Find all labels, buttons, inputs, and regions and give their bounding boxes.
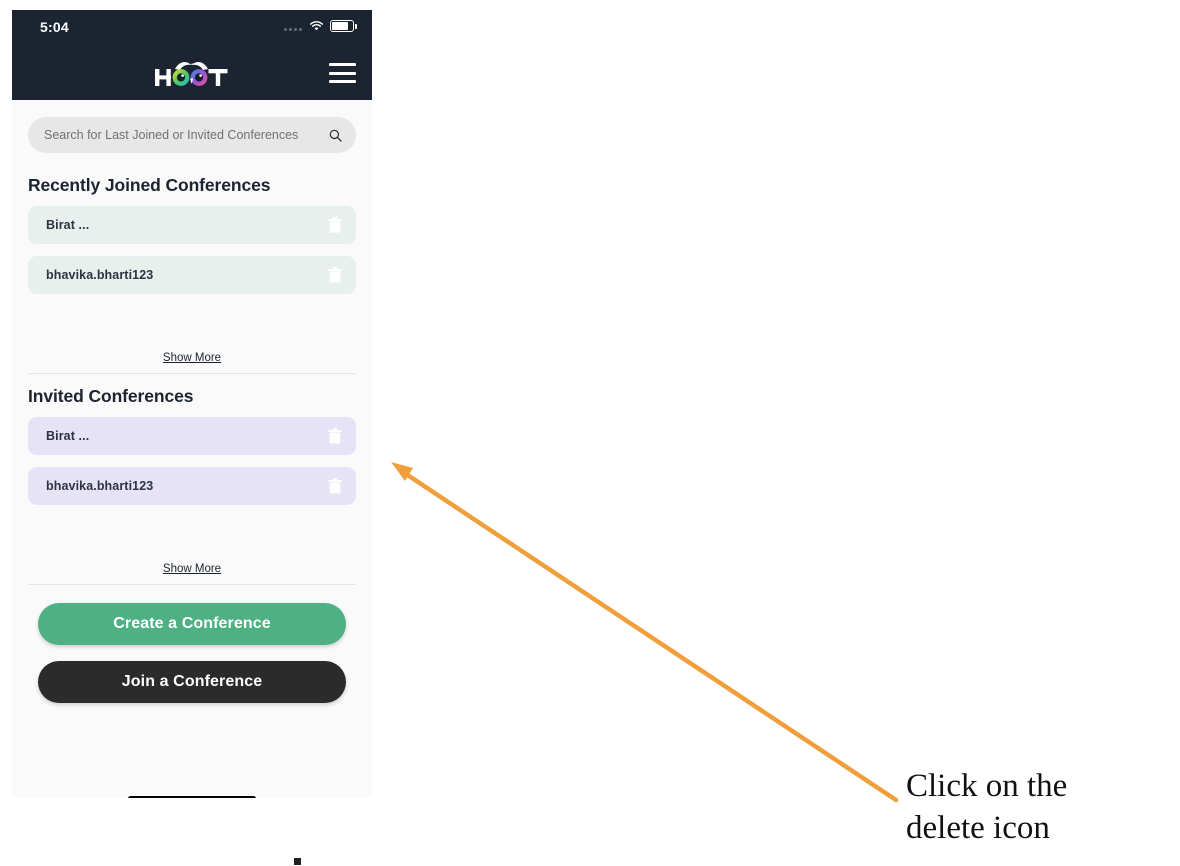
invited-title: Invited Conferences	[28, 386, 194, 406]
list-item[interactable]: Birat ...	[28, 206, 356, 244]
annotation-text: Click on the delete icon	[906, 766, 1168, 849]
battery-icon	[330, 20, 357, 32]
delete-icon[interactable]	[328, 477, 342, 495]
status-bar: 5:04	[12, 10, 372, 46]
annotation-line-1: Click on the	[906, 768, 1068, 804]
hoot-logo	[155, 61, 228, 86]
join-conference-button[interactable]: Join a Conference	[38, 661, 346, 703]
app-content: Recently Joined Conferences Birat ... bh…	[12, 117, 372, 798]
conference-name: Birat ...	[46, 218, 90, 232]
search-input[interactable]	[42, 127, 325, 143]
phone-screenshot: 5:04 Search for Last Joined or Invited C…	[12, 10, 372, 798]
show-more-row-joined: Show More	[28, 348, 356, 374]
hamburger-menu-icon[interactable]	[329, 63, 356, 83]
delete-icon[interactable]	[328, 266, 342, 284]
stray-mark	[294, 858, 301, 865]
conference-name: Birat ...	[46, 429, 90, 443]
status-time: 5:04	[40, 19, 69, 35]
delete-icon[interactable]	[328, 427, 342, 445]
recently-joined-title: Recently Joined Conferences	[28, 175, 271, 195]
annotation-line-2: delete icon	[906, 809, 1050, 846]
search-bar[interactable]	[28, 117, 356, 153]
search-icon[interactable]	[329, 129, 342, 142]
conference-name: bhavika.bharti123	[46, 479, 154, 493]
app-bar	[12, 46, 372, 100]
signal-dots-icon	[284, 21, 302, 31]
show-more-row-invited: Show More	[28, 559, 356, 585]
wifi-icon	[309, 21, 324, 31]
delete-icon[interactable]	[328, 216, 342, 234]
show-more-link[interactable]: Show More	[163, 352, 221, 364]
list-item[interactable]: bhavika.bharti123	[28, 467, 356, 505]
list-item[interactable]: Birat ...	[28, 417, 356, 455]
status-indicators	[284, 20, 357, 32]
home-indicator	[128, 796, 256, 798]
conference-name: bhavika.bharti123	[46, 268, 154, 282]
list-item[interactable]: bhavika.bharti123	[28, 256, 356, 294]
show-more-link[interactable]: Show More	[163, 563, 221, 575]
create-conference-button[interactable]: Create a Conference	[38, 603, 346, 645]
